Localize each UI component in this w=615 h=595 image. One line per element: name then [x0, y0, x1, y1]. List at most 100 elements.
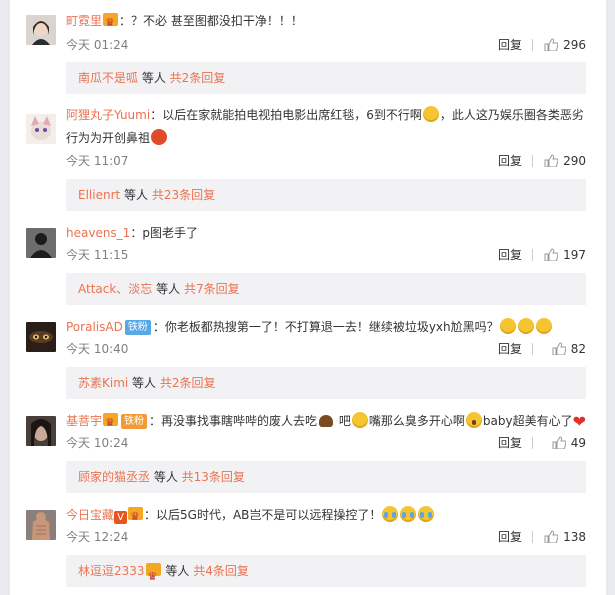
like-count: 197: [563, 248, 586, 262]
reply-button[interactable]: 回复: [498, 527, 522, 547]
avatar[interactable]: [26, 510, 56, 540]
comment-text: ：？不必 甚至图都没扣干净！！！: [119, 14, 303, 28]
thumbs-up-icon: [544, 154, 559, 167]
heart-icon: ❤: [572, 412, 586, 431]
vip-icon[interactable]: [145, 561, 161, 593]
reply-thread[interactable]: 林逗逗2333 等人 共4条回复: [66, 555, 586, 593]
comment-text: ：你老板都热搜第一了！不打算退一去！继续被垃圾yxh尬黑吗？: [152, 320, 499, 334]
comment-time: 今天 01:24: [66, 38, 129, 52]
avatar[interactable]: [26, 15, 56, 45]
like-count: 82: [570, 342, 586, 356]
divider: [532, 155, 533, 167]
like-button[interactable]: 296: [544, 35, 586, 55]
reply-connector: 等人: [128, 376, 160, 390]
laughing-crying-emoji-icon: [400, 506, 417, 522]
divider: [532, 343, 533, 355]
reply-button[interactable]: 回复: [498, 245, 522, 265]
reply-button[interactable]: 回复: [498, 35, 522, 55]
reply-count[interactable]: 共7条回复: [184, 282, 240, 296]
comment-list: 町霓里 ：？不必 甚至图都没扣干净！！！ 今天 01:24 回复 296 南瓜不是…: [10, 0, 606, 595]
like-button[interactable]: 138: [544, 527, 586, 547]
verified-icon[interactable]: V: [114, 511, 128, 524]
laughing-crying-emoji-icon: [382, 506, 399, 522]
like-button[interactable]: 49: [552, 433, 586, 453]
reply-user[interactable]: Attack、淡忘: [78, 282, 152, 296]
comment-time: 今天 10:40: [66, 342, 129, 356]
vip-icon[interactable]: [103, 411, 119, 434]
thumbs-up-icon: [544, 38, 559, 51]
user-name[interactable]: heavens_1: [66, 226, 130, 240]
smile-emoji-icon: [351, 412, 368, 428]
like-button[interactable]: 82: [552, 339, 586, 359]
reply-button[interactable]: 回复: [498, 339, 522, 359]
comment-text: ：p图老手了: [130, 226, 198, 240]
like-count: 290: [563, 154, 586, 168]
comment-time: 今天 12:24: [66, 530, 129, 544]
shocked-emoji-icon: [465, 412, 482, 428]
reply-button[interactable]: 回复: [498, 151, 522, 171]
reply-count[interactable]: 共4条回复: [193, 564, 249, 578]
poop-emoji-icon: [319, 415, 334, 427]
reply-count[interactable]: 共2条回复: [160, 376, 216, 390]
reply-count[interactable]: 共13条回复: [182, 470, 245, 484]
user-name[interactable]: 阿狸丸子Yuumi: [66, 108, 150, 122]
reply-thread[interactable]: 南瓜不是呱 等人 共2条回复: [66, 62, 586, 94]
reply-thread[interactable]: Attack、淡忘 等人 共7条回复: [66, 273, 586, 305]
thumbs-up-icon: [544, 248, 559, 261]
reply-connector: 等人: [152, 282, 184, 296]
smile-emoji-icon: [535, 318, 552, 334]
vip-icon[interactable]: [128, 505, 144, 528]
reply-user[interactable]: 顾家的猫丞丞: [78, 470, 150, 484]
divider: [532, 437, 533, 449]
reply-user[interactable]: 南瓜不是呱: [78, 71, 138, 85]
fan-badge[interactable]: 铁粉: [121, 414, 148, 429]
laughing-emoji-icon: [422, 106, 439, 122]
like-button[interactable]: 290: [544, 151, 586, 171]
reply-thread[interactable]: 苏素Kimi 等人 共2条回复: [66, 367, 586, 399]
like-count: 138: [563, 530, 586, 544]
comment-time: 今天 10:24: [66, 436, 129, 450]
reply-user[interactable]: Ellienrt: [78, 188, 120, 202]
comment-text: ：再没事找事瞎哔哔的废人去吃: [149, 414, 318, 428]
avatar[interactable]: [26, 114, 56, 144]
comment-text: ：以后5G时代，AB岂不是可以远程操控了！: [144, 508, 382, 522]
reply-count[interactable]: 共2条回复: [170, 71, 226, 85]
avatar[interactable]: [26, 228, 56, 258]
laughing-crying-emoji-icon: [418, 506, 435, 522]
reply-thread[interactable]: Ellienrt 等人 共23条回复: [66, 179, 586, 211]
avatar[interactable]: [26, 322, 56, 352]
reply-user[interactable]: 苏素Kimi: [78, 376, 128, 390]
user-name[interactable]: PoralisAD: [66, 320, 123, 334]
like-count: 296: [563, 38, 586, 52]
fan-badge[interactable]: 铁粉: [124, 320, 151, 335]
angry-emoji-icon: [151, 129, 168, 145]
comment-time: 今天 11:07: [66, 154, 129, 168]
avatar[interactable]: [26, 416, 56, 446]
vip-icon[interactable]: [103, 11, 119, 34]
reply-count[interactable]: 共23条回复: [152, 188, 215, 202]
like-button[interactable]: 197: [544, 245, 586, 265]
user-name[interactable]: 基菩宇: [66, 414, 102, 428]
divider: [532, 39, 533, 51]
reply-connector: 等人: [161, 564, 194, 578]
like-count: 49: [570, 436, 586, 450]
thumbs-up-icon: [552, 342, 566, 355]
thumbs-up-icon: [544, 530, 559, 543]
reply-button[interactable]: 回复: [498, 433, 522, 453]
smile-emoji-icon: [499, 318, 516, 334]
comment-text: ：以后在家就能拍电视拍电影出席红毯，6到不行啊: [150, 108, 422, 122]
divider: [532, 531, 533, 543]
comment-text-cont: 嘴那么臭多开心啊: [368, 414, 465, 428]
comment-text-cont: ，此人这乃娱乐圈各类恶劣: [439, 108, 584, 122]
user-name[interactable]: 今日宝藏: [66, 508, 114, 522]
reply-user[interactable]: 林逗逗2333: [78, 564, 145, 578]
reply-thread[interactable]: 顾家的猫丞丞 等人 共13条回复: [66, 461, 586, 493]
smile-emoji-icon: [517, 318, 534, 334]
user-name[interactable]: 町霓里: [66, 14, 102, 28]
reply-connector: 等人: [120, 188, 152, 202]
comment-text-cont: 行为为开创鼻祖: [66, 131, 151, 145]
reply-connector: 等人: [138, 71, 170, 85]
comment-time: 今天 11:15: [66, 248, 129, 262]
thumbs-up-icon: [552, 436, 566, 449]
reply-connector: 等人: [150, 470, 182, 484]
